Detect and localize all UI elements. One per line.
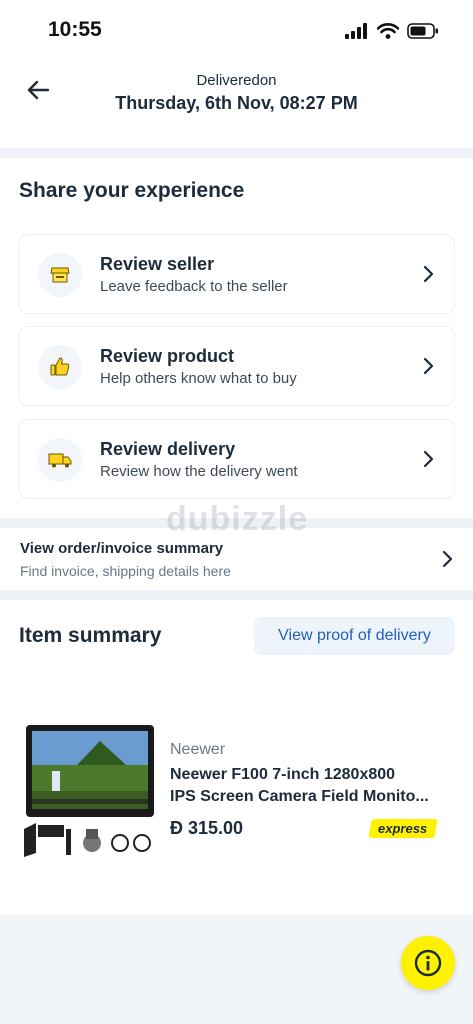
review-seller-card[interactable]: Review seller Leave feedback to the sell… xyxy=(18,234,455,314)
section-divider xyxy=(0,590,473,600)
express-badge-label: express xyxy=(378,821,428,836)
item-summary-title: Item summary xyxy=(19,624,162,647)
share-experience-title: Share your experience xyxy=(19,179,245,202)
cellular-signal-icon xyxy=(345,23,367,39)
thumbs-up-icon xyxy=(50,357,70,376)
review-delivery-title: Review delivery xyxy=(100,439,236,459)
express-badge: express xyxy=(368,819,438,838)
review-product-desc: Help others know what to buy xyxy=(100,370,297,387)
chevron-right-icon xyxy=(423,357,434,375)
invoice-summary-title: View order/invoice summary xyxy=(20,540,224,557)
product-image[interactable] xyxy=(22,725,158,860)
store-icon xyxy=(50,267,70,283)
camera-monitor-image xyxy=(24,725,154,857)
delivery-date: Thursday, 6th Nov, 08:27 PM xyxy=(115,93,358,113)
product-name-line1[interactable]: Neewer F100 7-inch 1280x800 xyxy=(170,764,440,786)
chevron-right-icon xyxy=(423,450,434,468)
chevron-right-icon xyxy=(423,265,434,283)
review-product-icon-wrap xyxy=(38,345,82,389)
review-product-title: Review product xyxy=(100,346,235,366)
review-seller-desc: Leave feedback to the seller xyxy=(100,278,288,295)
header: Deliveredon Thursday, 6th Nov, 08:27 PM xyxy=(0,60,473,130)
review-delivery-card[interactable]: Review delivery Review how the delivery … xyxy=(18,419,455,499)
wifi-icon xyxy=(377,23,399,39)
review-delivery-desc: Review how the delivery went xyxy=(100,463,298,480)
view-proof-of-delivery-button[interactable]: View proof of delivery xyxy=(254,617,455,655)
review-seller-icon-wrap xyxy=(38,253,82,297)
review-product-card[interactable]: Review product Help others know what to … xyxy=(18,326,455,406)
product-price: Đ 315.00 xyxy=(170,818,244,838)
product-brand: Neewer xyxy=(170,741,226,758)
delivered-label: Deliveredon xyxy=(196,72,277,89)
help-button[interactable] xyxy=(401,936,455,990)
info-icon xyxy=(414,949,442,977)
invoice-summary-row[interactable]: View order/invoice summary Find invoice,… xyxy=(0,528,473,590)
delivery-truck-icon xyxy=(48,453,72,468)
product-name-line2[interactable]: IPS Screen Camera Field Monito... xyxy=(170,786,440,808)
status-bar: 10:55 xyxy=(0,0,473,60)
battery-icon xyxy=(407,23,438,39)
invoice-summary-subtitle: Find invoice, shipping details here xyxy=(20,563,231,579)
status-time: 10:55 xyxy=(48,18,102,41)
chevron-right-icon xyxy=(442,550,453,568)
review-seller-title: Review seller xyxy=(100,254,215,274)
status-icons xyxy=(345,22,439,40)
section-divider xyxy=(0,148,473,158)
review-delivery-icon-wrap xyxy=(38,438,82,482)
